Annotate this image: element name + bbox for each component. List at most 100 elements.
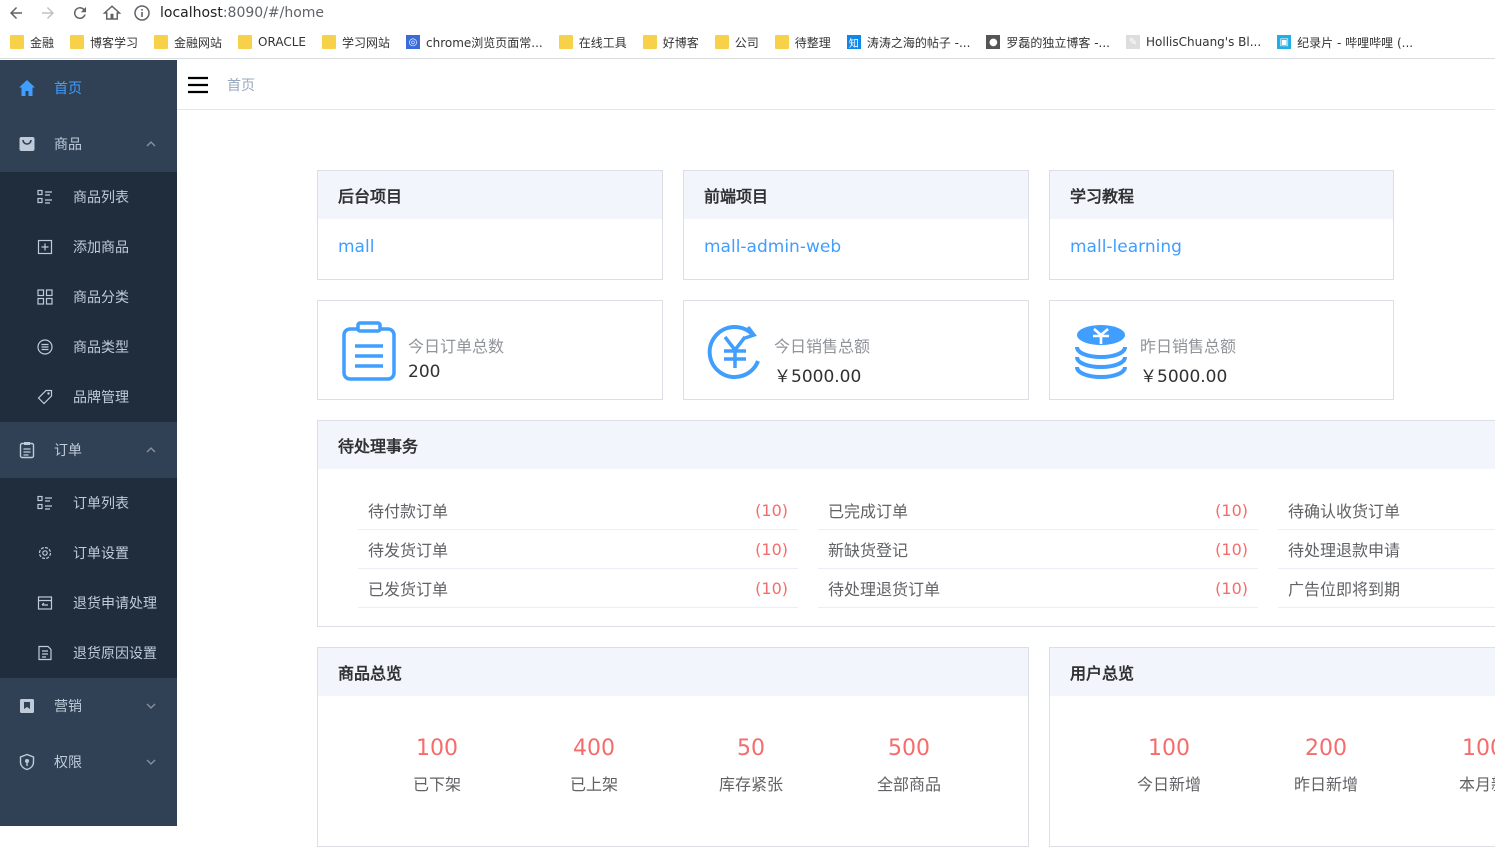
todo-row[interactable]: 待处理退款申请	[1278, 530, 1495, 569]
reload-button[interactable]	[64, 0, 96, 26]
sidebar-item-return-reason[interactable]: 退货原因设置	[0, 628, 177, 678]
project-card-frontend: 前端项目 mall-admin-web	[683, 170, 1029, 280]
shopping-bag-icon	[19, 137, 35, 151]
todo-row[interactable]: 待处理退货订单 (10)	[818, 569, 1258, 608]
browser-address-bar: localhost:8090/#/home	[0, 0, 1495, 26]
home-button[interactable]	[96, 0, 128, 26]
sidebar-item-add-product[interactable]: 添加商品	[0, 222, 177, 272]
sidebar-item-order-settings[interactable]: 订单设置	[0, 528, 177, 578]
user-overview-card: 用户总览 100 今日新增 200 昨日新增 100 本月新	[1049, 647, 1495, 847]
project-link[interactable]: mall	[338, 237, 374, 257]
bookmark-item[interactable]: ▣ 纪录片 - 哔哩哔哩 (...	[1277, 34, 1413, 51]
sidebar-item-home[interactable]: 首页	[0, 60, 177, 116]
overview-value: 50	[737, 736, 765, 761]
stat-label: 昨日销售总额	[1140, 337, 1237, 356]
project-link[interactable]: mall-admin-web	[704, 237, 841, 257]
product-submenu: 商品列表 添加商品 商品分类 商品类型 品牌管理	[0, 172, 177, 422]
overview-value: 500	[888, 736, 930, 761]
todo-label: 广告位即将到期	[1288, 580, 1401, 599]
overview-label: 已上架	[569, 775, 618, 794]
folder-icon	[238, 35, 253, 49]
todo-row[interactable]: 待付款订单 (10)	[358, 491, 798, 530]
todo-row[interactable]: 已发货订单 (10)	[358, 569, 798, 608]
hamburger-icon[interactable]	[187, 76, 209, 94]
bookmark-item[interactable]: ◎ chrome浏览页面常...	[406, 34, 543, 51]
overview-value: 100	[1462, 736, 1495, 761]
bookmark-item[interactable]: ✎ HollisChuang's Bl...	[1126, 35, 1261, 49]
overview-value: 400	[573, 736, 615, 761]
chevron-up-icon	[146, 447, 156, 453]
project-link[interactable]: mall-learning	[1070, 237, 1182, 257]
overview-value: 100	[416, 736, 458, 761]
todo-row[interactable]: 新缺货登记 (10)	[818, 530, 1258, 569]
sidebar-item-product-category[interactable]: 商品分类	[0, 272, 177, 322]
sidebar-item-return-apply[interactable]: 退货申请处理	[0, 578, 177, 628]
sidebar-item-order[interactable]: 订单	[0, 422, 177, 478]
stat-card-today-sales: 今日销售总额 ￥5000.00	[683, 300, 1029, 400]
stat-card-yesterday-sales: 昨日销售总额 ￥5000.00	[1049, 300, 1394, 400]
card-title: 学习教程	[1050, 171, 1393, 219]
top-navbar: 首页	[177, 60, 1495, 110]
todo-count: (10)	[1215, 500, 1248, 520]
sidebar: 首页 商品 商品列表 添加商品 商品分类 商品类型 品牌管理 订单 订单列表 订…	[0, 60, 177, 826]
list-icon	[37, 495, 52, 510]
todo-row[interactable]: 待发货订单 (10)	[358, 530, 798, 569]
todo-label: 待确认收货订单	[1288, 502, 1401, 521]
bookmark-item[interactable]: 博客学习	[70, 34, 138, 51]
bookmark-item[interactable]: 知涛涛之海的帖子 -...	[846, 34, 970, 51]
card-title: 商品总览	[318, 648, 1028, 696]
yen-circle-icon	[707, 325, 760, 379]
home-outline-icon	[103, 5, 121, 20]
sidebar-item-marketing[interactable]: 营销	[0, 678, 177, 734]
overview-label: 昨日新增	[1293, 775, 1358, 794]
sidebar-item-label: 品牌管理	[73, 390, 129, 406]
chevron-up-icon	[146, 141, 156, 147]
card-title: 前端项目	[684, 171, 1028, 219]
bookmark-item[interactable]: 好博客	[642, 34, 699, 51]
sidebar-item-order-list[interactable]: 订单列表	[0, 478, 177, 528]
sidebar-item-product-type[interactable]: 商品类型	[0, 322, 177, 372]
back-button[interactable]	[0, 0, 32, 26]
sidebar-item-product[interactable]: 商品	[0, 116, 177, 172]
folder-icon	[642, 35, 657, 49]
todo-column: 已完成订单 (10) 新缺货登记 (10) 待处理退货订单 (10)	[818, 491, 1258, 608]
todo-label: 待发货订单	[368, 541, 449, 560]
blog-icon: ✎	[1126, 35, 1140, 49]
sidebar-item-product-list[interactable]: 商品列表	[0, 172, 177, 222]
product-overview-card: 商品总览 100 已下架 400 已上架 50 库存紧张 500 全部商品	[317, 647, 1029, 847]
todo-row[interactable]: 待确认收货订单	[1278, 491, 1495, 530]
bookmark-item[interactable]: ● 罗磊的独立博客 -...	[986, 34, 1110, 51]
breadcrumb: 首页	[227, 77, 255, 94]
todo-row[interactable]: 广告位即将到期	[1278, 569, 1495, 608]
bookmark-label: 纪录片 - 哔哩哔哩 (...	[1297, 35, 1414, 50]
todo-row[interactable]: 已完成订单 (10)	[818, 491, 1258, 530]
bookmark-item[interactable]: 公司	[714, 34, 759, 51]
bookmark-item[interactable]: ORACLE	[238, 35, 306, 49]
bookmark-label: HollisChuang's Bl...	[1146, 35, 1262, 49]
bookmark-item[interactable]: 待整理	[774, 34, 831, 51]
bookmark-icon	[20, 699, 34, 713]
bookmark-item[interactable]: 金融网站	[154, 34, 222, 51]
document-icon	[38, 645, 52, 661]
card-title: 用户总览	[1050, 648, 1495, 696]
bookmark-item[interactable]: 学习网站	[322, 34, 390, 51]
url-field[interactable]: localhost:8090/#/home	[134, 5, 324, 21]
sidebar-item-brand[interactable]: 品牌管理	[0, 372, 177, 422]
todo-label: 已完成订单	[828, 502, 909, 521]
sidebar-item-label: 商品分类	[73, 290, 129, 306]
overview-label: 本月新	[1458, 775, 1495, 794]
todo-label: 待付款订单	[368, 502, 449, 521]
zhihu-icon: 知	[846, 35, 861, 50]
sidebar-item-permission[interactable]: 权限	[0, 734, 177, 790]
bookmark-item[interactable]: 在线工具	[558, 34, 627, 51]
bookmark-item[interactable]: 金融	[10, 34, 54, 51]
home-icon	[19, 80, 35, 96]
menu-circle-icon	[37, 339, 53, 355]
stat-value: 200	[408, 362, 441, 382]
chrome-icon: ◎	[406, 35, 421, 49]
folder-icon	[154, 35, 169, 49]
reload-icon	[73, 7, 86, 20]
bilibili-icon: ▣	[1277, 35, 1292, 49]
sidebar-item-label: 商品类型	[73, 340, 129, 356]
forward-button[interactable]	[32, 0, 64, 26]
